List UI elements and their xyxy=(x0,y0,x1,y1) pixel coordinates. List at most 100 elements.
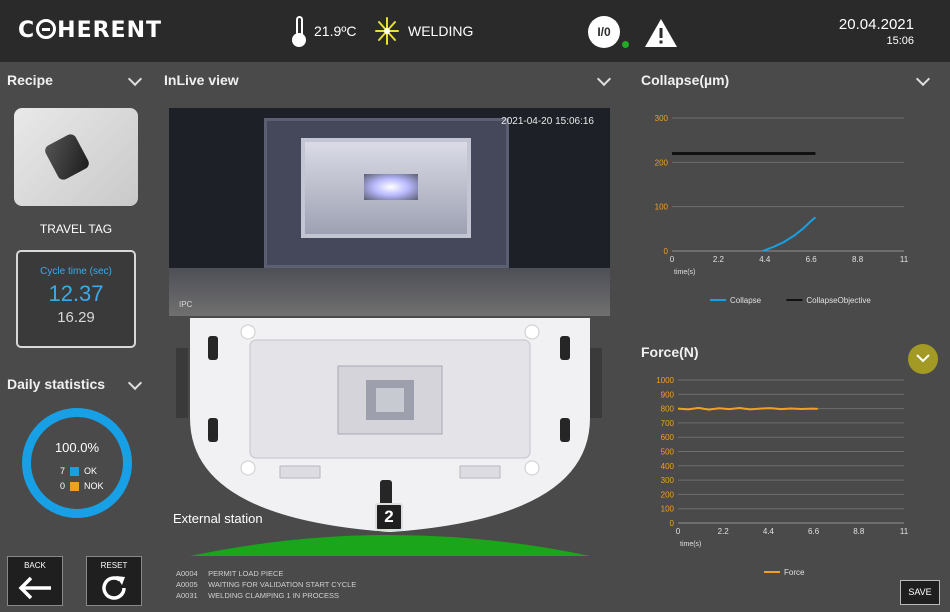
x-tick-label: 0 xyxy=(670,255,675,264)
top-bar: C HERENT 21.9ºC WELDING I/0 20.04.2021 1… xyxy=(0,0,950,62)
station-number-badge: 2 xyxy=(375,503,403,531)
ok-swatch xyxy=(70,466,80,476)
thermometer-icon xyxy=(292,16,306,47)
inlive-view-title: InLive view xyxy=(164,72,239,88)
app-window: C HERENT 21.9ºC WELDING I/0 20.04.2021 1… xyxy=(0,0,950,612)
process-state-label: WELDING xyxy=(408,23,474,39)
refresh-icon xyxy=(102,576,126,600)
inlive-chevron-down-icon[interactable] xyxy=(596,71,612,87)
process-state-indicator: WELDING xyxy=(374,16,473,46)
nok-label: NOK xyxy=(84,481,104,491)
recipe-chevron-down-icon[interactable] xyxy=(127,71,143,87)
x-tick-label: 4.4 xyxy=(763,527,775,536)
message-row: A0004 PERMIT LOAD PIECE xyxy=(176,568,356,579)
x-tick-label: 0 xyxy=(676,527,681,536)
message-text: WELDING CLAMPING 1 IN PROCESS xyxy=(208,591,339,600)
recipe-title: Recipe xyxy=(7,72,53,88)
temperature-indicator: 21.9ºC xyxy=(292,16,357,47)
series-line-force xyxy=(677,406,818,411)
time-value: 15:06 xyxy=(886,35,914,47)
x-tick-label: 2.2 xyxy=(713,255,725,264)
x-tick-label: 4.4 xyxy=(759,255,771,264)
y-tick-label: 400 xyxy=(661,462,675,471)
warning-triangle-icon[interactable] xyxy=(644,18,678,48)
alarm-message-list: A0004 PERMIT LOAD PIECE A0005 WAITING FO… xyxy=(176,568,356,601)
cycle-time-box: Cycle time (sec) 12.37 16.29 xyxy=(16,250,136,348)
save-button[interactable]: SAVE xyxy=(900,580,940,605)
camera-label: IPC xyxy=(179,300,193,309)
x-axis-label: time(s) xyxy=(674,269,695,276)
ok-legend: 7 OK xyxy=(60,466,97,476)
y-tick-label: 200 xyxy=(661,490,675,499)
reset-button[interactable]: RESET xyxy=(86,556,142,606)
arrow-left-icon xyxy=(18,576,51,600)
message-code: A0031 xyxy=(176,591,198,600)
external-station-label: External station xyxy=(173,511,263,526)
x-tick-label: 2.2 xyxy=(718,527,730,536)
laser-glow xyxy=(364,174,418,200)
ok-label: OK xyxy=(84,466,98,476)
y-tick-label: 1000 xyxy=(656,376,674,385)
legend-label: Collapse xyxy=(730,296,762,305)
ok-count: 7 xyxy=(60,466,66,476)
date-value: 20.04.2021 xyxy=(838,16,914,33)
y-tick-label: 0 xyxy=(664,247,669,256)
reset-label: RESET xyxy=(100,561,128,570)
x-tick-label: 8.8 xyxy=(852,255,864,264)
daily-statistics-chevron-down-icon[interactable] xyxy=(127,375,143,391)
temperature-value: 21.9ºC xyxy=(314,23,357,39)
y-tick-label: 800 xyxy=(661,405,675,414)
legend-label: Force xyxy=(784,568,805,577)
message-code: A0005 xyxy=(176,580,198,589)
message-text: PERMIT LOAD PIECE xyxy=(208,569,284,578)
nok-swatch xyxy=(70,481,80,491)
collapse-chevron-down-icon[interactable] xyxy=(915,71,931,87)
y-tick-label: 100 xyxy=(661,505,675,514)
legend-label: CollapseObjective xyxy=(806,296,871,305)
io-status-dot xyxy=(621,40,630,49)
x-tick-label: 6.6 xyxy=(806,255,818,264)
collapse-chart-title: Collapse(µm) xyxy=(641,72,730,88)
x-tick-label: 6.6 xyxy=(808,527,820,536)
cycle-time-label: Cycle time (sec) xyxy=(40,266,112,277)
laser-burst-icon xyxy=(375,17,399,45)
y-tick-label: 700 xyxy=(661,419,675,428)
y-tick-label: 300 xyxy=(655,114,669,123)
machine-bed xyxy=(169,268,610,316)
chevron-down-icon[interactable] xyxy=(908,344,938,374)
y-tick-label: 200 xyxy=(655,158,669,167)
cycle-time-reference: 16.29 xyxy=(57,309,95,326)
back-label: BACK xyxy=(24,561,46,570)
y-tick-label: 600 xyxy=(661,433,675,442)
message-row: A0005 WAITING FOR VALIDATION START CYCLE xyxy=(176,579,356,590)
y-tick-label: 100 xyxy=(655,203,669,212)
series-line-collapse xyxy=(762,216,817,252)
x-tick-label: 8.8 xyxy=(853,527,865,536)
io-button[interactable]: I/0 xyxy=(588,16,620,48)
message-text: WAITING FOR VALIDATION START CYCLE xyxy=(208,580,357,589)
live-camera-feed: 2021-04-20 15:06:16 IPC xyxy=(169,108,610,316)
cycle-time-current: 12.37 xyxy=(48,281,104,306)
ok-percentage: 100.0% xyxy=(54,440,100,455)
message-row: A0031 WELDING CLAMPING 1 IN PROCESS xyxy=(176,590,356,601)
datetime-display: 20.04.2021 15:06 xyxy=(839,16,914,47)
y-tick-label: 900 xyxy=(661,390,675,399)
collapse-chart: 0 100 200 300 0 2.2 4.4 6.6 8.8 11 time(s) Collapse… xyxy=(655,114,909,305)
y-tick-label: 300 xyxy=(661,476,675,485)
y-tick-label: 500 xyxy=(661,448,675,457)
camera-timestamp: 2021-04-20 15:06:16 xyxy=(501,116,594,127)
ok-ratio-ring xyxy=(22,408,132,518)
recipe-name: TRAVEL TAG xyxy=(39,222,113,236)
force-chart-title: Force(N) xyxy=(641,344,699,360)
back-button[interactable]: BACK xyxy=(7,556,63,606)
nok-legend: 0 NOK xyxy=(60,481,104,491)
x-tick-label: 11 xyxy=(900,255,909,264)
force-chart: 0 100 200 300 400 500 600 700 800 900 1000 0 2.2 4.4 6… xyxy=(656,376,909,577)
x-tick-label: 11 xyxy=(900,527,909,536)
coherent-logo: C HERENT xyxy=(18,18,162,43)
daily-statistics-title: Daily statistics xyxy=(7,376,106,392)
y-tick-label: 0 xyxy=(670,519,675,528)
message-code: A0004 xyxy=(176,569,198,578)
nok-count: 0 xyxy=(60,481,66,491)
x-axis-label: time(s) xyxy=(680,541,701,548)
